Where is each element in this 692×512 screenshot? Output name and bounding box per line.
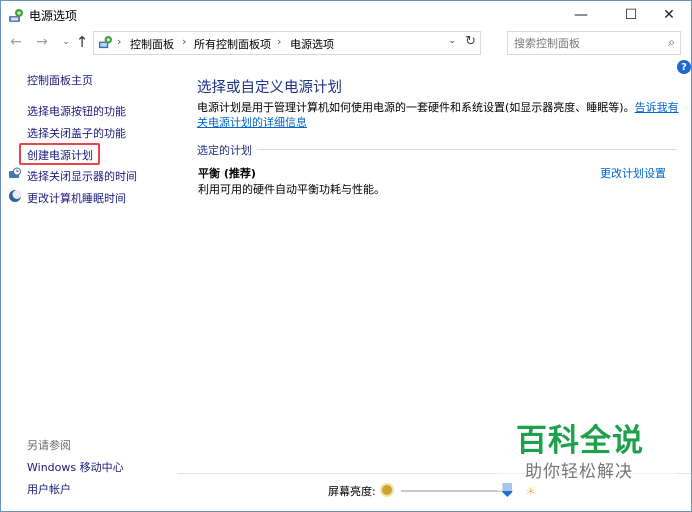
breadcrumb-separator: › bbox=[117, 35, 122, 48]
close-button[interactable]: ✕ bbox=[647, 1, 691, 29]
address-dropdown-icon[interactable]: ⌄ bbox=[448, 36, 456, 46]
search-input[interactable] bbox=[512, 34, 656, 52]
power-options-icon bbox=[9, 9, 23, 22]
control-panel-home-link[interactable]: 控制面板主页 bbox=[27, 72, 93, 88]
breadcrumb-separator: › bbox=[277, 35, 282, 48]
display-timer-icon bbox=[9, 167, 21, 178]
change-plan-settings-link[interactable]: 更改计划设置 bbox=[600, 165, 666, 181]
plan-description: 利用可用的硬件自动平衡功耗与性能。 bbox=[198, 183, 385, 196]
window-title: 电源选项 bbox=[29, 9, 78, 23]
help-icon[interactable]: ? bbox=[677, 60, 691, 74]
back-button[interactable]: ← bbox=[7, 33, 25, 51]
create-power-plan-link[interactable]: 创建电源计划 bbox=[27, 147, 93, 163]
section-divider bbox=[257, 149, 677, 150]
brightness-label: 屏幕亮度: bbox=[328, 485, 376, 498]
watermark-title: 百科全说 bbox=[516, 423, 644, 459]
plan-name-balanced[interactable]: 平衡 (推荐) bbox=[198, 165, 256, 181]
display-off-time-link[interactable]: 选择关闭显示器的时间 bbox=[27, 168, 137, 184]
low-brightness-icon bbox=[382, 485, 392, 495]
breadcrumb-control-panel[interactable]: 控制面板 bbox=[130, 36, 174, 52]
search-box[interactable]: ⌕ bbox=[507, 31, 681, 55]
minimize-button[interactable]: — bbox=[559, 1, 603, 29]
breadcrumb-all-items[interactable]: 所有控制面板项 bbox=[194, 36, 271, 52]
selected-plans-heading: 选定的计划 bbox=[197, 144, 252, 157]
see-also-heading: 另请参阅 bbox=[27, 439, 71, 452]
title-bar: 电源选项 — ☐ ✕ bbox=[1, 1, 691, 29]
lid-close-function-link[interactable]: 选择关闭盖子的功能 bbox=[27, 125, 126, 141]
forward-button[interactable]: → bbox=[33, 33, 51, 51]
up-button[interactable]: ↑ bbox=[73, 33, 91, 51]
description-text: 电源计划是用于管理计算机如何使用电源的一套硬件和系统设置(如显示器亮度、睡眠等)… bbox=[197, 101, 635, 114]
page-title: 选择或自定义电源计划 bbox=[197, 80, 342, 96]
control-panel-icon bbox=[98, 35, 113, 49]
breadcrumb-power-options[interactable]: 电源选项 bbox=[290, 36, 334, 52]
user-accounts-link[interactable]: 用户帐户 bbox=[27, 481, 71, 497]
power-button-function-link[interactable]: 选择电源按钮的功能 bbox=[27, 103, 126, 119]
sleep-time-link[interactable]: 更改计算机睡眠时间 bbox=[27, 190, 126, 206]
page-description: 电源计划是用于管理计算机如何使用电源的一套硬件和系统设置(如显示器亮度、睡眠等)… bbox=[197, 100, 681, 130]
refresh-icon[interactable]: ↻ bbox=[465, 34, 476, 49]
search-icon[interactable]: ⌕ bbox=[668, 35, 675, 50]
navigation-bar: ← → ⌄ ↑ › 控制面板 › 所有控制面板项 › 电源选项 ⌄ ↻ ⌕ bbox=[1, 29, 691, 57]
breadcrumb-separator: › bbox=[182, 35, 187, 48]
address-bar[interactable]: › 控制面板 › 所有控制面板项 › 电源选项 ⌄ ↻ bbox=[93, 31, 481, 55]
power-options-window: 电源选项 — ☐ ✕ ← → ⌄ ↑ › 控制面板 › 所有控制面板项 › 电源… bbox=[0, 0, 692, 512]
mobility-center-link[interactable]: Windows 移动中心 bbox=[27, 459, 124, 475]
sleep-moon-icon bbox=[9, 190, 22, 202]
watermark-subtitle: 助你轻松解决 bbox=[525, 462, 633, 482]
